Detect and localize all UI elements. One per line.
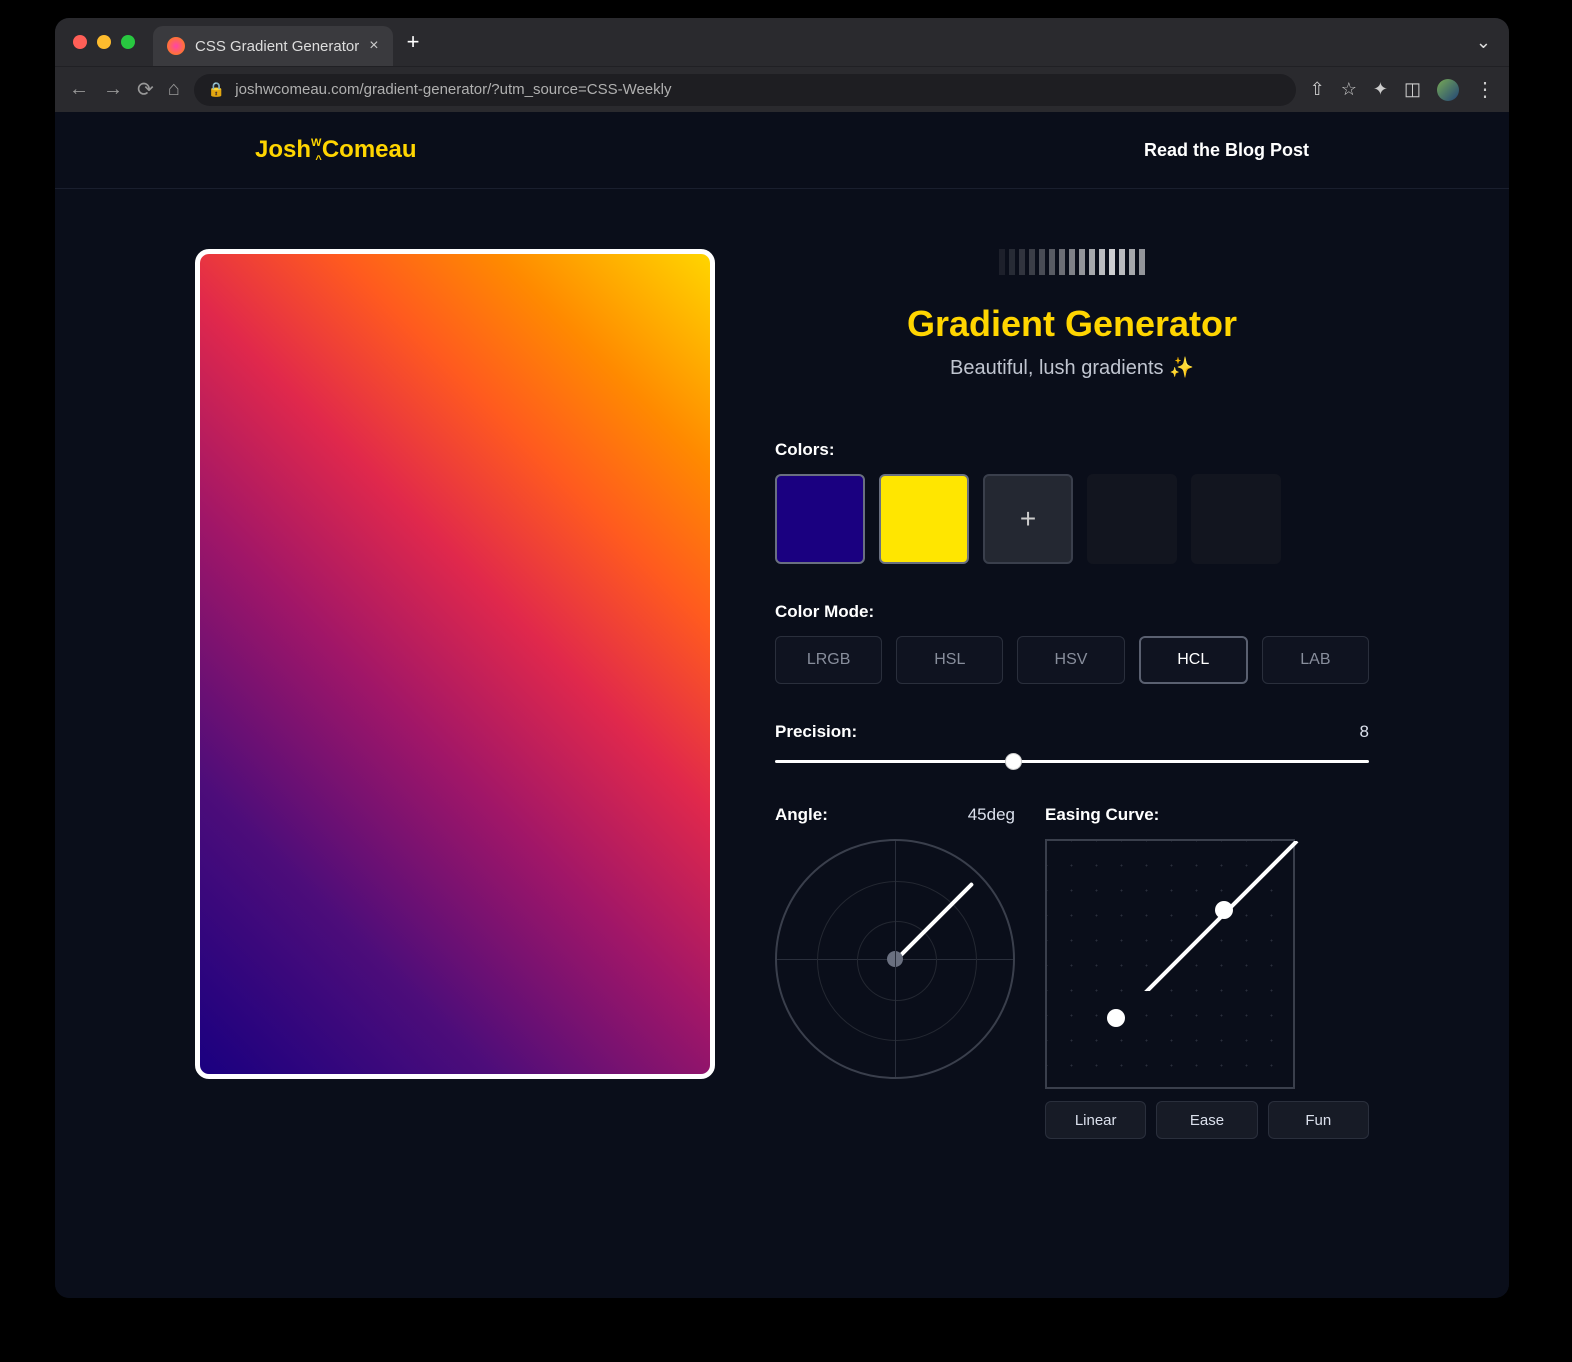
- page-title: Gradient Generator: [775, 303, 1369, 345]
- decoration-bars: [775, 249, 1369, 275]
- preset-fun[interactable]: Fun: [1268, 1101, 1369, 1139]
- dial-center[interactable]: [887, 951, 903, 967]
- toolbar-right: ⇧ ☆ ✦ ◫ ⋮: [1310, 77, 1495, 102]
- sidepanel-icon[interactable]: ◫: [1404, 79, 1421, 100]
- bottom-row: Angle: 45deg Easing Curve:: [775, 805, 1369, 1139]
- angle-dial[interactable]: [775, 839, 1015, 1079]
- close-window-button[interactable]: [73, 35, 87, 49]
- angle-value: 45deg: [968, 805, 1015, 825]
- profile-avatar[interactable]: [1437, 79, 1459, 101]
- window-controls: [73, 35, 135, 49]
- mode-lab[interactable]: LAB: [1262, 636, 1369, 684]
- browser-titlebar: CSS Gradient Generator × + ⌄: [55, 18, 1509, 66]
- easing-curve-editor[interactable]: [1045, 839, 1295, 1089]
- logo-a: ^: [315, 154, 321, 166]
- tab-favicon: [167, 37, 185, 55]
- controls-panel: Gradient Generator Beautiful, lush gradi…: [775, 249, 1369, 1139]
- color-mode-buttons: LRGB HSL HSV HCL LAB: [775, 636, 1369, 684]
- gradient-preview: [195, 249, 715, 1079]
- easing-section: Easing Curve: Linear Ease Fun: [1045, 805, 1369, 1139]
- mode-hsv[interactable]: HSV: [1017, 636, 1124, 684]
- close-tab-icon[interactable]: ×: [369, 37, 378, 55]
- bookmark-icon[interactable]: ☆: [1341, 79, 1357, 100]
- logo-first: Josh: [255, 136, 311, 163]
- preset-ease[interactable]: Ease: [1156, 1101, 1257, 1139]
- browser-toolbar: ← → ⟳ ⌂ 🔒 joshwcomeau.com/gradient-gener…: [55, 66, 1509, 112]
- preset-linear[interactable]: Linear: [1045, 1101, 1146, 1139]
- preview-panel: [195, 249, 715, 1139]
- blog-post-link[interactable]: Read the Blog Post: [1144, 140, 1309, 161]
- menu-icon[interactable]: ⋮: [1475, 77, 1495, 102]
- plus-icon: +: [1020, 503, 1036, 535]
- angle-label: Angle:: [775, 805, 828, 825]
- precision-label: Precision:: [775, 722, 857, 742]
- share-icon[interactable]: ⇧: [1310, 79, 1325, 100]
- site-header: JoshW ^Comeau Read the Blog Post: [55, 112, 1509, 189]
- color-mode-label: Color Mode:: [775, 602, 1369, 622]
- minimize-window-button[interactable]: [97, 35, 111, 49]
- mode-hcl[interactable]: HCL: [1139, 636, 1248, 684]
- browser-tab[interactable]: CSS Gradient Generator ×: [153, 26, 393, 66]
- color-swatch-empty: [1191, 474, 1281, 564]
- angle-section: Angle: 45deg: [775, 805, 1015, 1139]
- easing-handle-1[interactable]: [1107, 1009, 1125, 1027]
- page-subtitle: Beautiful, lush gradients ✨: [775, 355, 1369, 380]
- back-button[interactable]: ←: [69, 78, 89, 101]
- reload-button[interactable]: ⟳: [137, 77, 154, 102]
- new-tab-button[interactable]: +: [407, 29, 420, 55]
- lock-icon: 🔒: [208, 81, 225, 98]
- color-swatch-empty: [1087, 474, 1177, 564]
- browser-window: CSS Gradient Generator × + ⌄ ← → ⟳ ⌂ 🔒 j…: [55, 18, 1509, 1298]
- mode-hsl[interactable]: HSL: [896, 636, 1003, 684]
- site-logo[interactable]: JoshW ^Comeau: [255, 136, 417, 164]
- precision-value: 8: [1360, 722, 1369, 742]
- add-color-button[interactable]: +: [983, 474, 1073, 564]
- precision-slider[interactable]: [775, 760, 1369, 763]
- easing-handle-2[interactable]: [1215, 901, 1233, 919]
- logo-w: W: [311, 137, 321, 149]
- extensions-icon[interactable]: ✦: [1373, 79, 1388, 100]
- forward-button[interactable]: →: [103, 78, 123, 101]
- easing-label: Easing Curve:: [1045, 805, 1369, 825]
- color-swatches: +: [775, 474, 1369, 564]
- page-content: JoshW ^Comeau Read the Blog Post Gradient…: [55, 112, 1509, 1298]
- color-swatch-1[interactable]: [775, 474, 865, 564]
- slider-thumb[interactable]: [1005, 753, 1022, 770]
- tabs-overflow-icon[interactable]: ⌄: [1476, 32, 1491, 53]
- home-button[interactable]: ⌂: [168, 78, 180, 101]
- logo-last: Comeau: [322, 136, 417, 163]
- easing-presets: Linear Ease Fun: [1045, 1101, 1369, 1139]
- easing-curve-line: [1047, 841, 1347, 991]
- mode-lrgb[interactable]: LRGB: [775, 636, 882, 684]
- address-bar[interactable]: 🔒 joshwcomeau.com/gradient-generator/?ut…: [194, 74, 1296, 106]
- colors-label: Colors:: [775, 440, 1369, 460]
- main-content: Gradient Generator Beautiful, lush gradi…: [55, 189, 1509, 1199]
- maximize-window-button[interactable]: [121, 35, 135, 49]
- url-text: joshwcomeau.com/gradient-generator/?utm_…: [235, 81, 671, 98]
- tab-title: CSS Gradient Generator: [195, 38, 359, 55]
- color-swatch-2[interactable]: [879, 474, 969, 564]
